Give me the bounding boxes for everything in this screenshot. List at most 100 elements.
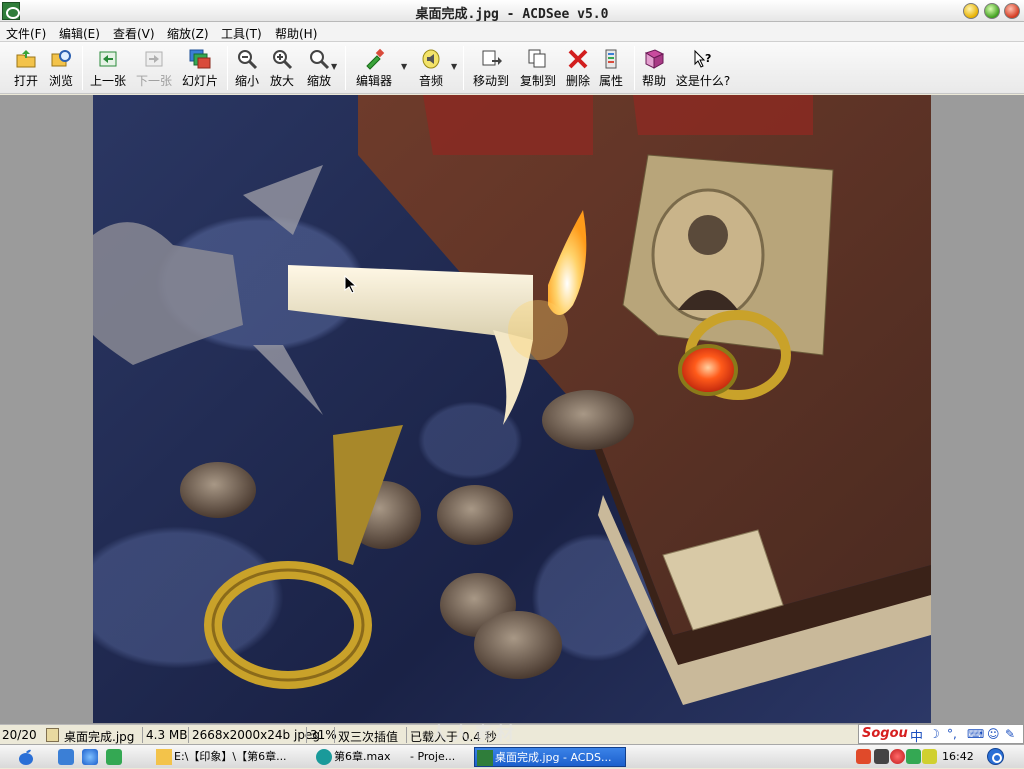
clock[interactable]: 16:42 (942, 750, 974, 763)
still-life-render (93, 95, 931, 705)
browse-button[interactable]: 浏览 (44, 44, 78, 92)
folder-icon (156, 749, 172, 765)
sogou-tray-icon[interactable] (856, 749, 871, 764)
ime-keyboard-icon[interactable]: ⌨ (967, 727, 984, 741)
paint-brush-icon (363, 48, 385, 70)
delete-button[interactable]: 删除 (564, 44, 592, 92)
taskbar: E:\【印象】\【第6章... 第6章.max - Proje... 桌面完成.… (0, 744, 1024, 768)
displayed-photo[interactable] (93, 95, 931, 723)
arrow-left-icon (97, 48, 119, 70)
show-desktop-icon[interactable] (58, 749, 74, 765)
3dsmax-icon (316, 749, 332, 765)
folder-open-icon (15, 48, 37, 70)
toolbar: 打开 浏览 上一张 下一张 幻灯片 缩小 放大 缩放 ▼ 编辑器 ▼ 音频 ▼ … (0, 42, 1024, 94)
image-viewer[interactable] (0, 95, 1024, 724)
menu-edit[interactable]: 编辑(E) (59, 25, 100, 42)
toolbar-separator (82, 46, 83, 90)
move-to-button[interactable]: 移动到 (470, 44, 512, 92)
ime-punctuation-icon[interactable]: °, (947, 727, 957, 741)
apple-start-icon[interactable] (16, 748, 36, 766)
open-button[interactable]: 打开 (8, 44, 44, 92)
zoom-in-button[interactable]: 放大 (267, 44, 297, 92)
move-to-icon (480, 48, 502, 70)
task-label: - Proje... (410, 750, 456, 763)
zoom-out-icon (236, 48, 258, 70)
audio-label: 音频 (418, 74, 443, 88)
whats-this-label: 这是什么? (675, 74, 731, 88)
close-button[interactable] (1004, 3, 1020, 19)
slideshow-button[interactable]: 幻灯片 (179, 44, 221, 92)
ime-user-icon[interactable]: ☺ (987, 727, 1000, 741)
prev-image-label: 上一张 (89, 74, 126, 88)
task-acdsee-active[interactable]: 桌面完成.jpg - ACDS... (474, 747, 626, 767)
properties-label: 属性 (598, 74, 623, 88)
maximize-button[interactable] (984, 3, 1000, 19)
task-label: 桌面完成.jpg - ACDS... (495, 751, 612, 764)
editor-dropdown-arrow-icon[interactable]: ▼ (401, 62, 407, 71)
internet-explorer-icon[interactable] (82, 749, 98, 765)
copy-to-label: 复制到 (519, 74, 556, 88)
status-interpolation: 双三次插值 (338, 730, 399, 744)
quick-launch-app-icon[interactable] (106, 749, 122, 765)
whats-this-button[interactable]: ? 这是什么? (674, 44, 732, 92)
window-title: 桌面完成.jpg - ACDSee v5.0 (415, 7, 609, 22)
help-book-icon (643, 48, 665, 70)
menu-tools[interactable]: 工具(T) (221, 25, 262, 42)
delete-x-icon (567, 48, 589, 70)
menu-file[interactable]: 文件(F) (6, 25, 46, 42)
ime-moon-icon[interactable]: ☽ (929, 727, 940, 741)
audio-button[interactable]: 音频 (416, 44, 446, 92)
toolbar-separator (634, 46, 635, 90)
zoom-dropdown-arrow-icon[interactable]: ▼ (331, 62, 337, 71)
task-project[interactable]: - Proje... (392, 747, 464, 767)
toolbar-separator (345, 46, 346, 90)
browse-icon (50, 48, 72, 70)
title-bar[interactable]: 桌面完成.jpg - ACDSee v5.0 (0, 0, 1024, 22)
task-max-file[interactable]: 第6章.max (314, 747, 400, 767)
toolbar-separator (463, 46, 464, 90)
menu-help[interactable]: 帮助(H) (275, 25, 317, 42)
help-label: 帮助 (641, 74, 666, 88)
next-image-button[interactable]: 下一张 (134, 44, 174, 92)
zoom-out-button[interactable]: 缩小 (232, 44, 262, 92)
ime-wrench-icon[interactable]: ✎ (1005, 727, 1015, 741)
image-index: 20/20 (2, 728, 37, 742)
minimize-button[interactable] (963, 3, 979, 19)
status-filename: 桌面完成.jpg (64, 730, 135, 744)
zoom-in-label: 放大 (269, 74, 294, 88)
menu-bar: 文件(F) 编辑(E) 查看(V) 缩放(Z) 工具(T) 帮助(H) (0, 22, 1024, 42)
move-to-label: 移动到 (472, 74, 509, 88)
arrow-right-icon (143, 48, 165, 70)
ime-chinese-mode[interactable]: 中 (910, 726, 923, 745)
tray-add-icon[interactable] (906, 749, 921, 764)
prev-image-button[interactable]: 上一张 (88, 44, 128, 92)
tray-arrow-icon[interactable] (874, 749, 889, 764)
svg-text:?: ? (705, 52, 711, 65)
task-explorer-folder[interactable]: E:\【印象】\【第6章... (154, 747, 304, 767)
slideshow-icon (189, 48, 211, 70)
status-divider (306, 727, 307, 743)
next-image-label: 下一张 (135, 74, 172, 88)
sogou-logo[interactable]: Sogou (862, 726, 908, 741)
editor-button[interactable]: 编辑器 (354, 44, 394, 92)
speaker-icon (420, 48, 442, 70)
zoom-in-icon (271, 48, 293, 70)
help-button[interactable]: 帮助 (640, 44, 668, 92)
properties-button[interactable]: 属性 (597, 44, 625, 92)
search-icon[interactable] (987, 748, 1004, 765)
zoom-out-label: 缩小 (234, 74, 259, 88)
toolbar-separator (227, 46, 228, 90)
properties-icon (600, 48, 622, 70)
zoom-label: 缩放 (306, 74, 331, 88)
menu-view[interactable]: 查看(V) (113, 25, 155, 42)
sogou-ime-bar[interactable]: Sogou 中 ☽ °, ⌨ ☺ ✎ (858, 724, 1024, 745)
tray-record-icon[interactable] (890, 749, 905, 764)
copy-to-button[interactable]: 复制到 (517, 44, 559, 92)
status-divider (188, 727, 189, 743)
tray-app-icon[interactable] (922, 749, 937, 764)
whats-this-icon: ? (692, 48, 714, 70)
status-filesize: 4.3 MB (146, 728, 188, 742)
menu-zoom[interactable]: 缩放(Z) (167, 25, 209, 42)
audio-dropdown-arrow-icon[interactable]: ▼ (451, 62, 457, 71)
delete-label: 删除 (565, 74, 590, 88)
